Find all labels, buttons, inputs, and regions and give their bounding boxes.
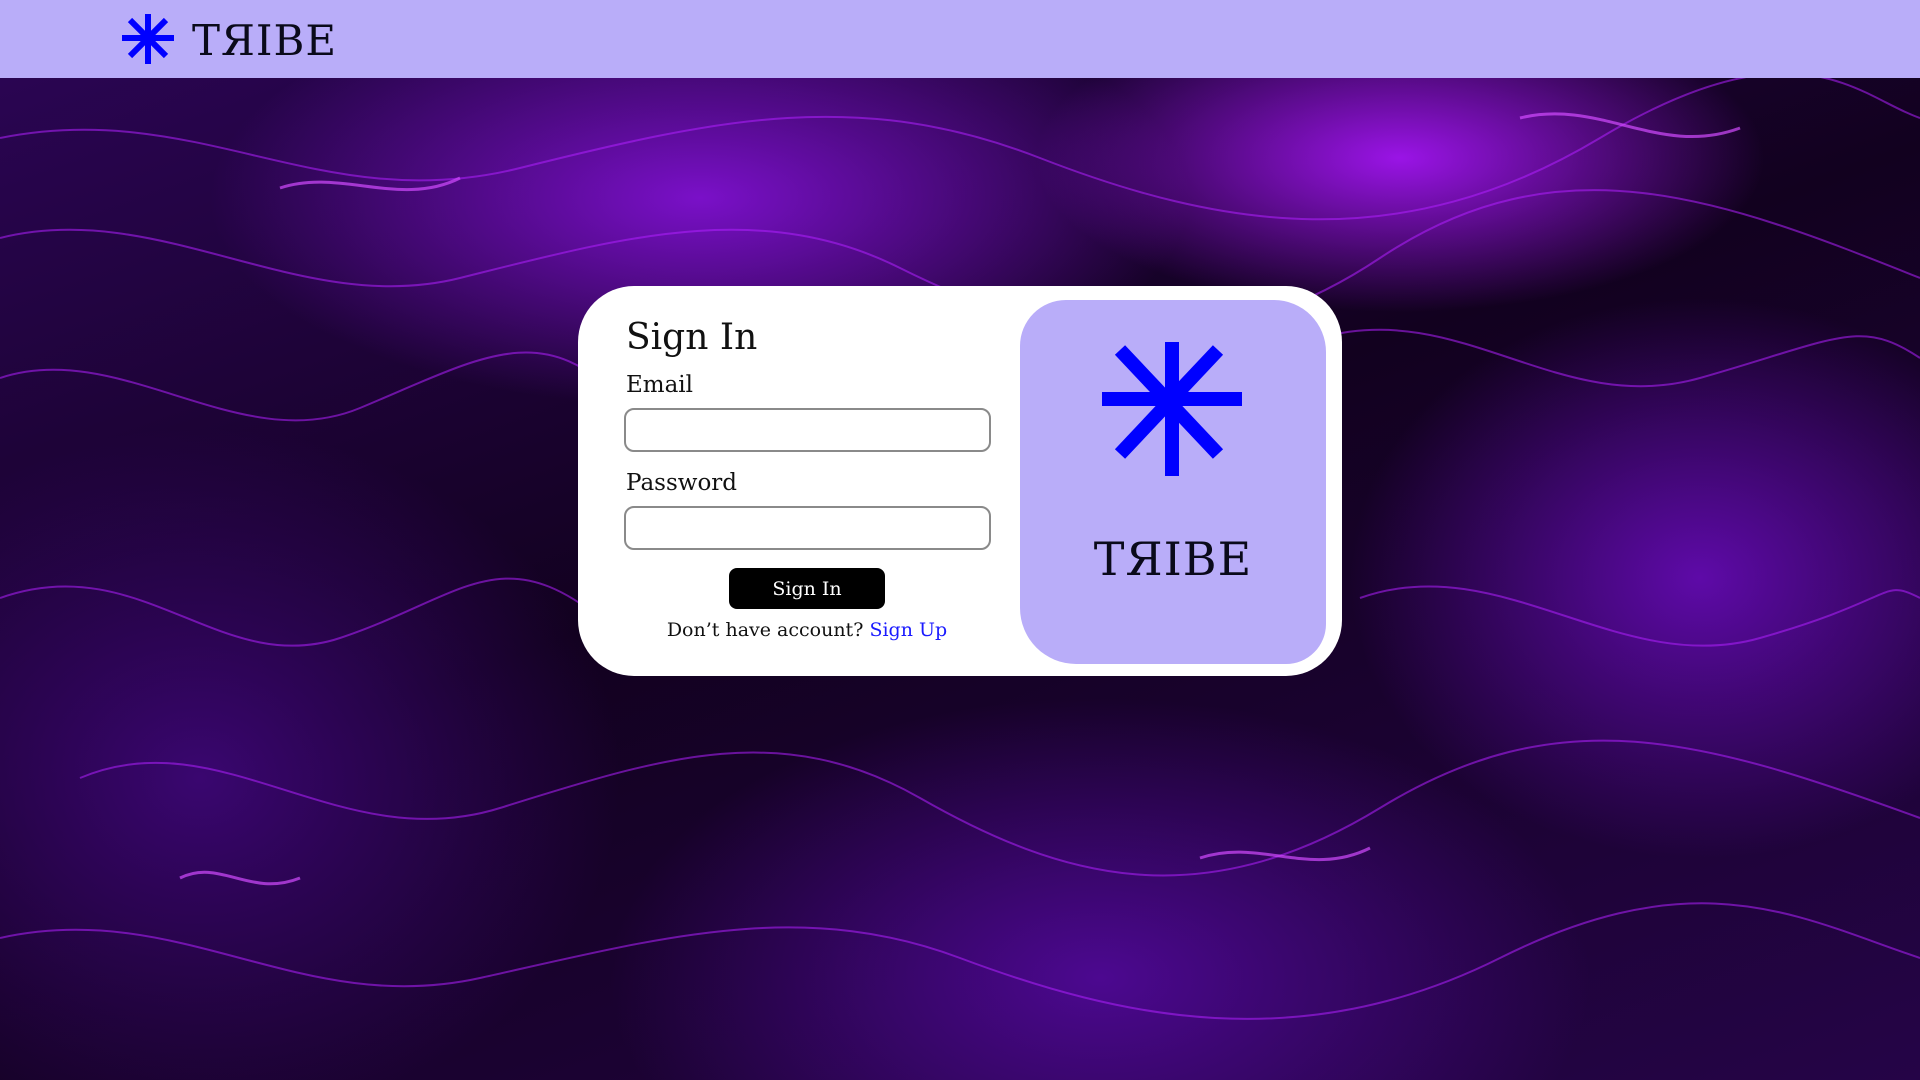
password-field[interactable] [624,506,991,550]
top-navbar: TЯIBE [0,0,1920,78]
password-label: Password [626,470,738,496]
brand-home-link[interactable]: TЯIBE [118,12,337,70]
signin-title: Sign In [626,317,758,358]
asterisk-star-icon [1100,342,1244,480]
signup-prompt-row: Don’t have account? Sign Up [622,619,992,641]
email-field[interactable] [624,408,991,452]
signin-form: Sign In Email Password Sign In Don’t hav… [624,316,996,641]
brand-logo-panel: TЯIBE [1020,300,1326,664]
brand-name: TЯIBE [192,16,338,65]
email-label: Email [626,372,694,398]
signin-button[interactable]: Sign In [729,568,885,609]
brand-logo-text: TЯIBE [1093,532,1253,586]
signup-prompt-text: Don’t have account? [666,619,864,641]
signup-link[interactable]: Sign Up [869,619,947,641]
asterisk-star-icon [118,12,178,70]
signin-card: Sign In Email Password Sign In Don’t hav… [578,286,1342,676]
